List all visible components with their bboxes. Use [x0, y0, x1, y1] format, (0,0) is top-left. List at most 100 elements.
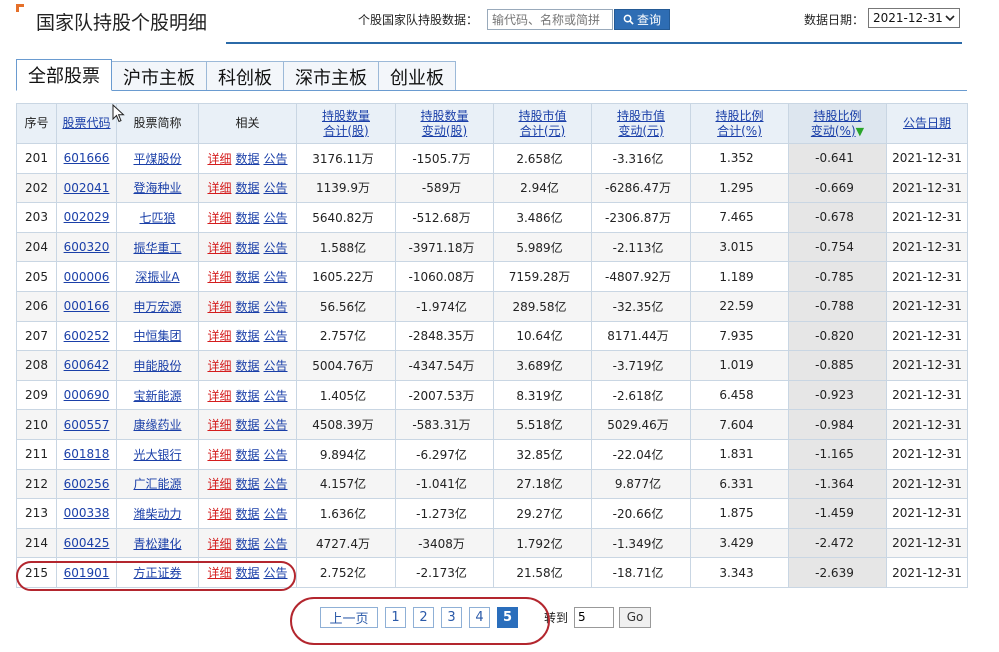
- data-link[interactable]: 数据: [235, 152, 259, 166]
- stock-code-link[interactable]: 002041: [64, 181, 110, 195]
- stock-code-link[interactable]: 600320: [64, 240, 110, 254]
- stock-code-link[interactable]: 600252: [64, 329, 110, 343]
- cell-name[interactable]: 登海种业: [116, 172, 199, 204]
- cell-code[interactable]: 600642: [56, 350, 117, 381]
- notice-link[interactable]: 公告: [264, 241, 288, 255]
- stock-code-link[interactable]: 000006: [64, 270, 110, 284]
- data-link[interactable]: 数据: [235, 211, 259, 225]
- goto-page-input[interactable]: [574, 606, 615, 628]
- stock-name-link[interactable]: 申万宏源: [133, 300, 181, 314]
- stock-name-link[interactable]: 方正证券: [133, 566, 181, 580]
- col-ratio[interactable]: 持股比例 合计(%): [690, 103, 789, 144]
- cell-name[interactable]: 七匹狼: [116, 202, 199, 233]
- cell-name[interactable]: 平煤股份: [116, 143, 199, 174]
- detail-link[interactable]: 详细: [207, 300, 231, 314]
- tab-4[interactable]: 创业板: [378, 61, 456, 91]
- stock-code-link[interactable]: 600256: [64, 477, 110, 491]
- data-link[interactable]: 数据: [235, 329, 259, 343]
- data-link[interactable]: 数据: [235, 537, 259, 551]
- page-5-button[interactable]: 5: [497, 606, 518, 628]
- stock-code-link[interactable]: 601666: [64, 151, 110, 165]
- notice-link[interactable]: 公告: [264, 181, 288, 195]
- detail-link[interactable]: 详细: [207, 477, 231, 491]
- tab-3[interactable]: 深市主板: [283, 61, 379, 91]
- stock-code-link[interactable]: 000338: [64, 506, 110, 520]
- detail-link[interactable]: 详细: [207, 566, 231, 580]
- data-link[interactable]: 数据: [235, 389, 259, 403]
- cell-name[interactable]: 青松建化: [116, 527, 199, 559]
- cell-name[interactable]: 光大银行: [116, 438, 199, 470]
- data-link[interactable]: 数据: [235, 241, 259, 255]
- stock-code-link[interactable]: 000166: [64, 299, 110, 313]
- detail-link[interactable]: 详细: [207, 241, 231, 255]
- cell-code[interactable]: 000006: [56, 261, 117, 292]
- cell-name[interactable]: 申能股份: [116, 350, 199, 381]
- stock-code-link[interactable]: 601818: [64, 447, 110, 461]
- notice-link[interactable]: 公告: [264, 448, 288, 462]
- search-button[interactable]: 查询: [614, 9, 670, 30]
- data-link[interactable]: 数据: [235, 507, 259, 521]
- detail-link[interactable]: 详细: [207, 537, 231, 551]
- cell-code[interactable]: 601901: [56, 557, 117, 588]
- cell-name[interactable]: 深振业A: [116, 261, 199, 292]
- data-link[interactable]: 数据: [235, 477, 259, 491]
- data-link[interactable]: 数据: [235, 300, 259, 314]
- cell-code[interactable]: 600320: [56, 231, 117, 263]
- cell-code[interactable]: 000338: [56, 498, 117, 529]
- col-ratio-change[interactable]: 持股比例 变动(%)▼: [788, 103, 887, 144]
- stock-code-link[interactable]: 002029: [64, 210, 110, 224]
- go-button[interactable]: Go: [619, 606, 652, 628]
- col-hold-qty[interactable]: 持股数量 合计(股): [296, 103, 396, 144]
- page-1-button[interactable]: 1: [385, 606, 406, 628]
- cell-code[interactable]: 000690: [56, 379, 117, 411]
- notice-link[interactable]: 公告: [264, 477, 288, 491]
- cell-code[interactable]: 600425: [56, 527, 117, 559]
- notice-link[interactable]: 公告: [264, 566, 288, 580]
- cell-name[interactable]: 申万宏源: [116, 290, 199, 322]
- cell-code[interactable]: 601818: [56, 438, 117, 470]
- notice-link[interactable]: 公告: [264, 507, 288, 521]
- cell-code[interactable]: 000166: [56, 290, 117, 322]
- notice-link[interactable]: 公告: [264, 270, 288, 284]
- col-value-change[interactable]: 持股市值 变动(元): [591, 103, 691, 144]
- stock-name-link[interactable]: 光大银行: [133, 448, 181, 462]
- stock-name-link[interactable]: 平煤股份: [133, 152, 181, 166]
- date-select[interactable]: 2021-12-31: [868, 8, 960, 28]
- cell-code[interactable]: 600252: [56, 320, 117, 352]
- cell-name[interactable]: 广汇能源: [116, 468, 199, 500]
- notice-link[interactable]: 公告: [264, 359, 288, 373]
- prev-page-button[interactable]: 上一页: [320, 606, 378, 628]
- notice-link[interactable]: 公告: [264, 389, 288, 403]
- data-link[interactable]: 数据: [235, 418, 259, 432]
- cell-code[interactable]: 600557: [56, 409, 117, 440]
- detail-link[interactable]: 详细: [207, 418, 231, 432]
- stock-name-link[interactable]: 康缘药业: [133, 418, 181, 432]
- notice-link[interactable]: 公告: [264, 418, 288, 432]
- stock-code-link[interactable]: 600642: [64, 358, 110, 372]
- data-link[interactable]: 数据: [235, 181, 259, 195]
- detail-link[interactable]: 详细: [207, 389, 231, 403]
- detail-link[interactable]: 详细: [207, 329, 231, 343]
- cell-code[interactable]: 601666: [56, 143, 117, 174]
- stock-code-link[interactable]: 600425: [64, 536, 110, 550]
- cell-code[interactable]: 002029: [56, 202, 117, 233]
- notice-link[interactable]: 公告: [264, 329, 288, 343]
- detail-link[interactable]: 详细: [207, 152, 231, 166]
- detail-link[interactable]: 详细: [207, 448, 231, 462]
- page-3-button[interactable]: 3: [441, 606, 462, 628]
- detail-link[interactable]: 详细: [207, 181, 231, 195]
- stock-name-link[interactable]: 登海种业: [133, 181, 181, 195]
- data-link[interactable]: 数据: [235, 566, 259, 580]
- notice-link[interactable]: 公告: [264, 537, 288, 551]
- stock-code-link[interactable]: 000690: [64, 388, 110, 402]
- col-hold-value[interactable]: 持股市值 合计(元): [493, 103, 592, 144]
- stock-name-link[interactable]: 深振业A: [135, 270, 179, 284]
- col-date[interactable]: 公告日期: [886, 103, 968, 144]
- stock-name-link[interactable]: 振华重工: [133, 241, 181, 255]
- detail-link[interactable]: 详细: [207, 270, 231, 284]
- cell-name[interactable]: 中恒集团: [116, 320, 199, 352]
- col-qty-change[interactable]: 持股数量 变动(股): [395, 103, 494, 144]
- data-link[interactable]: 数据: [235, 359, 259, 373]
- page-4-button[interactable]: 4: [469, 606, 490, 628]
- cell-code[interactable]: 600256: [56, 468, 117, 500]
